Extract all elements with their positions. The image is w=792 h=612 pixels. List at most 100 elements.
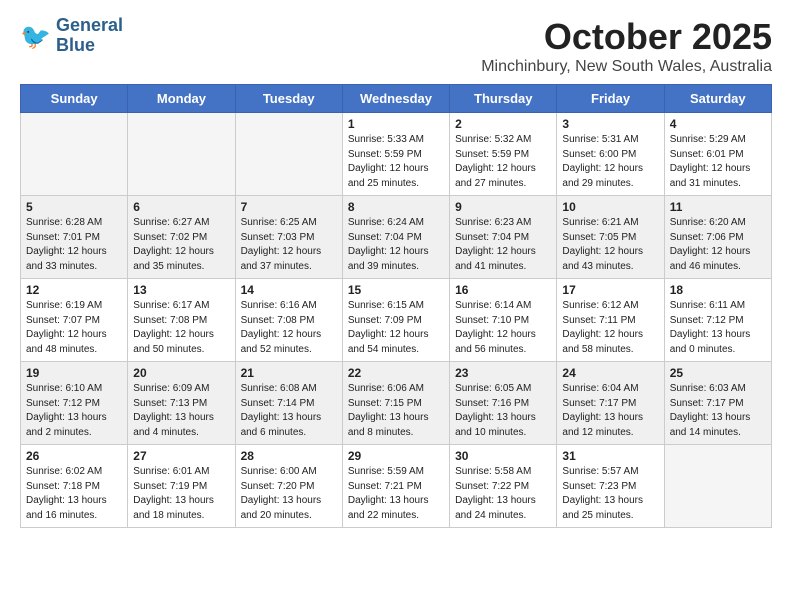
day-number: 18 <box>670 283 766 297</box>
day-number: 21 <box>241 366 337 380</box>
day-number: 7 <box>241 200 337 214</box>
day-info: Sunrise: 6:11 AM Sunset: 7:12 PM Dayligh… <box>670 299 766 357</box>
weekday-header-row: SundayMondayTuesdayWednesdayThursdayFrid… <box>21 85 772 113</box>
weekday-header: Thursday <box>450 85 557 113</box>
day-number: 2 <box>455 117 551 131</box>
day-number: 4 <box>670 117 766 131</box>
day-number: 23 <box>455 366 551 380</box>
calendar-cell: 7 Sunrise: 6:25 AM Sunset: 7:03 PM Daylig… <box>235 196 342 279</box>
day-number: 19 <box>26 366 122 380</box>
day-info: Sunrise: 6:12 AM Sunset: 7:11 PM Dayligh… <box>562 299 658 357</box>
day-number: 14 <box>241 283 337 297</box>
day-info: Sunrise: 5:33 AM Sunset: 5:59 PM Dayligh… <box>348 133 444 191</box>
calendar-cell: 25 Sunrise: 6:03 AM Sunset: 7:17 PM Dayli… <box>664 362 771 445</box>
calendar-cell: 28Sunrise: 6:00 AM Sunset: 7:20 PM Dayli… <box>235 445 342 528</box>
day-number: 24 <box>562 366 658 380</box>
day-number: 22 <box>348 366 444 380</box>
day-info: Sunrise: 6:03 AM Sunset: 7:17 PM Dayligh… <box>670 382 766 440</box>
calendar-cell <box>664 445 771 528</box>
calendar-cell: 15 Sunrise: 6:15 AM Sunset: 7:09 PM Dayli… <box>342 279 449 362</box>
day-number: 12 <box>26 283 122 297</box>
day-number: 1 <box>348 117 444 131</box>
day-info: Sunrise: 5:59 AM Sunset: 7:21 PM Dayligh… <box>348 465 444 523</box>
weekday-header: Friday <box>557 85 664 113</box>
day-number: 17 <box>562 283 658 297</box>
logo-icon: 🐦 <box>20 20 52 52</box>
calendar-cell: 27 Sunrise: 6:01 AM Sunset: 7:19 PM Dayli… <box>128 445 235 528</box>
calendar-cell <box>128 113 235 196</box>
day-number: 8 <box>348 200 444 214</box>
page-header: 🐦 General Blue October 2025 Minchinbury,… <box>20 16 772 76</box>
day-info: Sunrise: 5:29 AM Sunset: 6:01 PM Dayligh… <box>670 133 766 191</box>
day-number: 10 <box>562 200 658 214</box>
day-info: Sunrise: 6:09 AM Sunset: 7:13 PM Dayligh… <box>133 382 229 440</box>
day-number: 27 <box>133 449 229 463</box>
day-info: Sunrise: 6:04 AM Sunset: 7:17 PM Dayligh… <box>562 382 658 440</box>
calendar-week-row: 1 Sunrise: 5:33 AM Sunset: 5:59 PM Daylig… <box>21 113 772 196</box>
day-info: Sunrise: 6:15 AM Sunset: 7:09 PM Dayligh… <box>348 299 444 357</box>
calendar-cell: 1 Sunrise: 5:33 AM Sunset: 5:59 PM Daylig… <box>342 113 449 196</box>
location-title: Minchinbury, New South Wales, Australia <box>481 58 772 76</box>
day-info: Sunrise: 6:10 AM Sunset: 7:12 PM Dayligh… <box>26 382 122 440</box>
day-info: Sunrise: 6:24 AM Sunset: 7:04 PM Dayligh… <box>348 216 444 274</box>
calendar-cell: 12 Sunrise: 6:19 AM Sunset: 7:07 PM Dayli… <box>21 279 128 362</box>
calendar-cell: 31Sunrise: 5:57 AM Sunset: 7:23 PM Dayli… <box>557 445 664 528</box>
weekday-header: Wednesday <box>342 85 449 113</box>
day-info: Sunrise: 6:25 AM Sunset: 7:03 PM Dayligh… <box>241 216 337 274</box>
calendar-cell: 16Sunrise: 6:14 AM Sunset: 7:10 PM Dayli… <box>450 279 557 362</box>
day-info: Sunrise: 6:08 AM Sunset: 7:14 PM Dayligh… <box>241 382 337 440</box>
day-number: 9 <box>455 200 551 214</box>
title-block: October 2025 Minchinbury, New South Wale… <box>481 16 772 76</box>
day-number: 31 <box>562 449 658 463</box>
calendar-cell: 23 Sunrise: 6:05 AM Sunset: 7:16 PM Dayli… <box>450 362 557 445</box>
calendar-cell: 17 Sunrise: 6:12 AM Sunset: 7:11 PM Dayli… <box>557 279 664 362</box>
svg-text:🐦: 🐦 <box>20 23 51 51</box>
day-info: Sunrise: 6:06 AM Sunset: 7:15 PM Dayligh… <box>348 382 444 440</box>
day-number: 13 <box>133 283 229 297</box>
day-info: Sunrise: 6:02 AM Sunset: 7:18 PM Dayligh… <box>26 465 122 523</box>
day-number: 26 <box>26 449 122 463</box>
day-number: 25 <box>670 366 766 380</box>
day-number: 30 <box>455 449 551 463</box>
calendar-week-row: 5Sunrise: 6:28 AM Sunset: 7:01 PM Daylig… <box>21 196 772 279</box>
calendar-week-row: 26 Sunrise: 6:02 AM Sunset: 7:18 PM Dayli… <box>21 445 772 528</box>
day-info: Sunrise: 6:00 AM Sunset: 7:20 PM Dayligh… <box>241 465 337 523</box>
calendar-cell: 9 Sunrise: 6:23 AM Sunset: 7:04 PM Daylig… <box>450 196 557 279</box>
day-number: 29 <box>348 449 444 463</box>
weekday-header: Tuesday <box>235 85 342 113</box>
calendar-cell: 3Sunrise: 5:31 AM Sunset: 6:00 PM Daylig… <box>557 113 664 196</box>
day-info: Sunrise: 5:58 AM Sunset: 7:22 PM Dayligh… <box>455 465 551 523</box>
day-info: Sunrise: 6:23 AM Sunset: 7:04 PM Dayligh… <box>455 216 551 274</box>
day-number: 20 <box>133 366 229 380</box>
calendar-cell: 6 Sunrise: 6:27 AM Sunset: 7:02 PM Daylig… <box>128 196 235 279</box>
day-info: Sunrise: 6:21 AM Sunset: 7:05 PM Dayligh… <box>562 216 658 274</box>
day-info: Sunrise: 6:05 AM Sunset: 7:16 PM Dayligh… <box>455 382 551 440</box>
calendar-cell: 24 Sunrise: 6:04 AM Sunset: 7:17 PM Dayli… <box>557 362 664 445</box>
day-number: 15 <box>348 283 444 297</box>
calendar-table: SundayMondayTuesdayWednesdayThursdayFrid… <box>20 84 772 528</box>
calendar-cell: 11Sunrise: 6:20 AM Sunset: 7:06 PM Dayli… <box>664 196 771 279</box>
calendar-week-row: 19 Sunrise: 6:10 AM Sunset: 7:12 PM Dayli… <box>21 362 772 445</box>
logo: 🐦 General Blue <box>20 16 123 56</box>
calendar-week-row: 12 Sunrise: 6:19 AM Sunset: 7:07 PM Dayli… <box>21 279 772 362</box>
calendar-cell: 19 Sunrise: 6:10 AM Sunset: 7:12 PM Dayli… <box>21 362 128 445</box>
calendar-cell: 29 Sunrise: 5:59 AM Sunset: 7:21 PM Dayli… <box>342 445 449 528</box>
calendar-cell: 2 Sunrise: 5:32 AM Sunset: 5:59 PM Daylig… <box>450 113 557 196</box>
day-number: 6 <box>133 200 229 214</box>
calendar-cell: 13Sunrise: 6:17 AM Sunset: 7:08 PM Dayli… <box>128 279 235 362</box>
calendar-cell: 20 Sunrise: 6:09 AM Sunset: 7:13 PM Dayli… <box>128 362 235 445</box>
calendar-cell <box>21 113 128 196</box>
weekday-header: Saturday <box>664 85 771 113</box>
calendar-cell: 8 Sunrise: 6:24 AM Sunset: 7:04 PM Daylig… <box>342 196 449 279</box>
logo-text: General Blue <box>56 16 123 56</box>
day-info: Sunrise: 6:01 AM Sunset: 7:19 PM Dayligh… <box>133 465 229 523</box>
day-info: Sunrise: 5:32 AM Sunset: 5:59 PM Dayligh… <box>455 133 551 191</box>
calendar-cell: 26 Sunrise: 6:02 AM Sunset: 7:18 PM Dayli… <box>21 445 128 528</box>
weekday-header: Monday <box>128 85 235 113</box>
calendar-cell: 30 Sunrise: 5:58 AM Sunset: 7:22 PM Dayli… <box>450 445 557 528</box>
calendar-cell: 5Sunrise: 6:28 AM Sunset: 7:01 PM Daylig… <box>21 196 128 279</box>
day-number: 5 <box>26 200 122 214</box>
day-info: Sunrise: 6:27 AM Sunset: 7:02 PM Dayligh… <box>133 216 229 274</box>
calendar-cell: 21 Sunrise: 6:08 AM Sunset: 7:14 PM Dayli… <box>235 362 342 445</box>
day-info: Sunrise: 6:19 AM Sunset: 7:07 PM Dayligh… <box>26 299 122 357</box>
